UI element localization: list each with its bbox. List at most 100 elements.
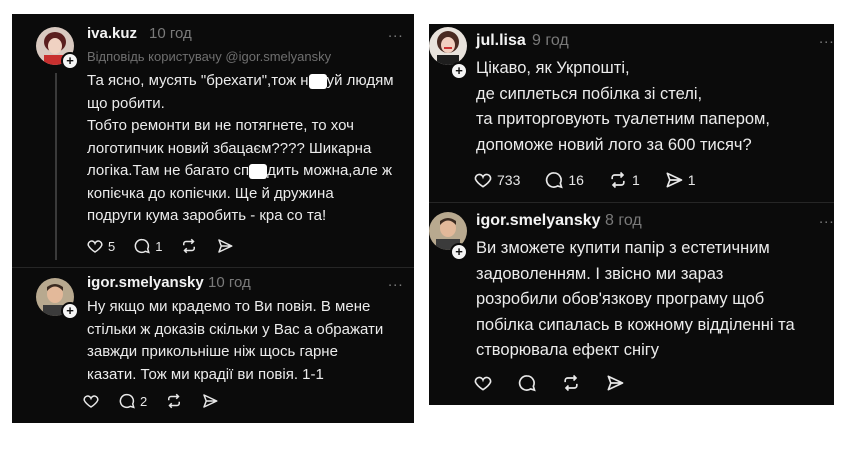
- like-button[interactable]: 5: [86, 237, 115, 255]
- post-body-line: та приторговують туалетним папером,: [476, 110, 770, 128]
- post-body-segment: уй людям: [326, 72, 394, 89]
- share-button[interactable]: [216, 237, 234, 255]
- post-body-line: копієчка до копієчки. Ще й дружина: [87, 183, 394, 206]
- post-body: Ви зможете купити папір з естетичним задо…: [476, 236, 795, 364]
- left-screenshot-panel: + iva.kuz 10 год ... Відповідь користува…: [12, 14, 414, 423]
- username[interactable]: igor.smelyansky: [87, 274, 204, 291]
- repost-icon: [564, 374, 578, 392]
- reply-button[interactable]: 1: [133, 237, 162, 255]
- post-body-segment: дить можна,але ж: [267, 162, 393, 179]
- post-body-line: що робити.: [87, 93, 394, 116]
- reply-button[interactable]: [517, 373, 537, 393]
- repost-button[interactable]: [165, 392, 183, 410]
- heart-icon: [474, 376, 492, 391]
- repost-count: 1: [631, 172, 640, 188]
- post-body-line: завжди прикольніше ніж щось гарне: [87, 343, 338, 360]
- post-body-segment: копієчка до копієчки. Ще й дружина: [87, 184, 334, 202]
- username[interactable]: igor.smelyansky: [476, 212, 601, 230]
- post-body-line: казати. Тож ми крадії ви повія. 1-1: [87, 365, 324, 383]
- post-body-line: задоволенням. І звісно ми зараз: [476, 264, 724, 283]
- comment-icon: [518, 375, 536, 392]
- repost-button[interactable]: [180, 237, 198, 255]
- avatar-photo-icon: [429, 27, 467, 65]
- post-body-line: розробили обов'язкову програму щоб: [476, 290, 765, 308]
- post-body-line: допоможе новий лого за 600 тисяч?: [476, 135, 752, 154]
- more-options-icon[interactable]: ...: [388, 273, 404, 290]
- reply-count: 1: [155, 238, 163, 254]
- post-body-line: логотипчик новий збацаєм???? Шикарна: [87, 138, 394, 161]
- post-divider: [429, 202, 834, 203]
- follow-plus-icon[interactable]: +: [61, 52, 79, 70]
- post-body-line: створювала ефект снігу: [476, 341, 660, 359]
- redaction-mark: [308, 73, 327, 89]
- username[interactable]: iva.kuz: [87, 25, 137, 42]
- post-body-line: стільки ж доказів скільки у Вас а обража…: [87, 320, 384, 338]
- username[interactable]: jul.lisa: [476, 32, 526, 50]
- reply-count: 16: [568, 172, 584, 188]
- post-actions: 2: [82, 392, 237, 410]
- post-body-line: Ну якщо ми крадемо то Ви повія. В мене: [87, 298, 371, 315]
- share-button[interactable]: [605, 373, 625, 393]
- share-icon: [218, 239, 233, 253]
- more-options-icon[interactable]: ...: [819, 30, 834, 47]
- like-count: 5: [108, 238, 116, 254]
- share-icon: [607, 375, 624, 391]
- more-options-icon[interactable]: ...: [388, 24, 404, 41]
- post-time: 10 год: [208, 274, 251, 291]
- post-actions: 733 16 1 1: [473, 170, 714, 190]
- comment-icon: [119, 393, 135, 409]
- post-body-segment: подруги кума заробить - кра со та!: [87, 207, 327, 224]
- share-button[interactable]: [201, 392, 219, 410]
- share-icon: [666, 172, 683, 188]
- repost-icon: [611, 171, 625, 189]
- repost-button[interactable]: [561, 373, 581, 393]
- post-body-line: Ви зможете купити папір з естетичним: [476, 239, 770, 257]
- like-count: 733: [497, 172, 521, 188]
- post-body-line: Та ясно, мусять "брехати",тож н уй людям: [87, 70, 394, 93]
- post-time: 10 год: [149, 25, 192, 42]
- reply-to-label[interactable]: Відповідь користувачу @igor.smelyansky: [87, 49, 331, 64]
- follow-plus-icon[interactable]: +: [61, 302, 79, 320]
- reply-button[interactable]: 16: [544, 170, 584, 190]
- post-body-segment: Та ясно, мусять "брехати",тож н: [87, 72, 309, 89]
- post-time: 9 год: [532, 32, 569, 49]
- share-button[interactable]: 1: [664, 170, 696, 190]
- share-count: 1: [687, 172, 696, 188]
- post-body-segment: Тобто ремонти ви не потягнете, то хоч: [87, 117, 354, 134]
- right-screenshot-panel: + jul.lisa 9 год ... Цікаво, як Укрпошті…: [429, 24, 834, 405]
- like-button[interactable]: [82, 392, 100, 410]
- heart-icon: [474, 173, 492, 188]
- post-body-line: побілка сипалась в кожному відділенні та: [476, 315, 795, 334]
- post-actions: [473, 373, 643, 393]
- post-body-line: Тобто ремонти ви не потягнете, то хоч: [87, 115, 394, 138]
- heart-icon: [87, 240, 103, 253]
- avatar[interactable]: [429, 27, 467, 65]
- share-icon: [203, 394, 218, 408]
- post-body-segment: логіка.Там не багато сп: [87, 162, 250, 179]
- post-body: Та ясно, мусять "брехати",тож н уй людям щ…: [87, 70, 394, 228]
- more-options-icon[interactable]: ...: [819, 210, 834, 227]
- post-time: 8 год: [605, 212, 642, 229]
- follow-plus-icon[interactable]: +: [450, 62, 468, 80]
- post-body-line: подруги кума заробить - кра со та!: [87, 205, 394, 228]
- post-body: Цікаво, як Укрпошті, де сиплеться побілка…: [476, 56, 770, 158]
- thread-line: [55, 73, 57, 260]
- post-body-line: Цікаво, як Укрпошті,: [476, 59, 630, 77]
- comment-icon: [546, 172, 564, 189]
- reply-button[interactable]: 2: [118, 392, 147, 410]
- comment-icon: [134, 238, 151, 254]
- reply-count: 2: [140, 393, 148, 409]
- repost-icon: [183, 238, 196, 254]
- post-body-line: логіка.Там не багато сп дить можна,але ж: [87, 160, 394, 183]
- like-button[interactable]: [473, 373, 493, 393]
- heart-icon: [83, 395, 99, 408]
- follow-plus-icon[interactable]: +: [450, 243, 468, 261]
- post-actions: 5 1: [86, 237, 252, 255]
- like-button[interactable]: 733: [473, 170, 520, 190]
- post-body-line: де сиплеться побілка зі стелі,: [476, 84, 703, 103]
- post-body-segment: логотипчик новий збацаєм???? Шикарна: [87, 139, 372, 157]
- post-body-segment: що робити.: [87, 94, 165, 112]
- redaction-mark: [249, 163, 268, 179]
- repost-button[interactable]: 1: [608, 170, 640, 190]
- repost-icon: [168, 393, 181, 409]
